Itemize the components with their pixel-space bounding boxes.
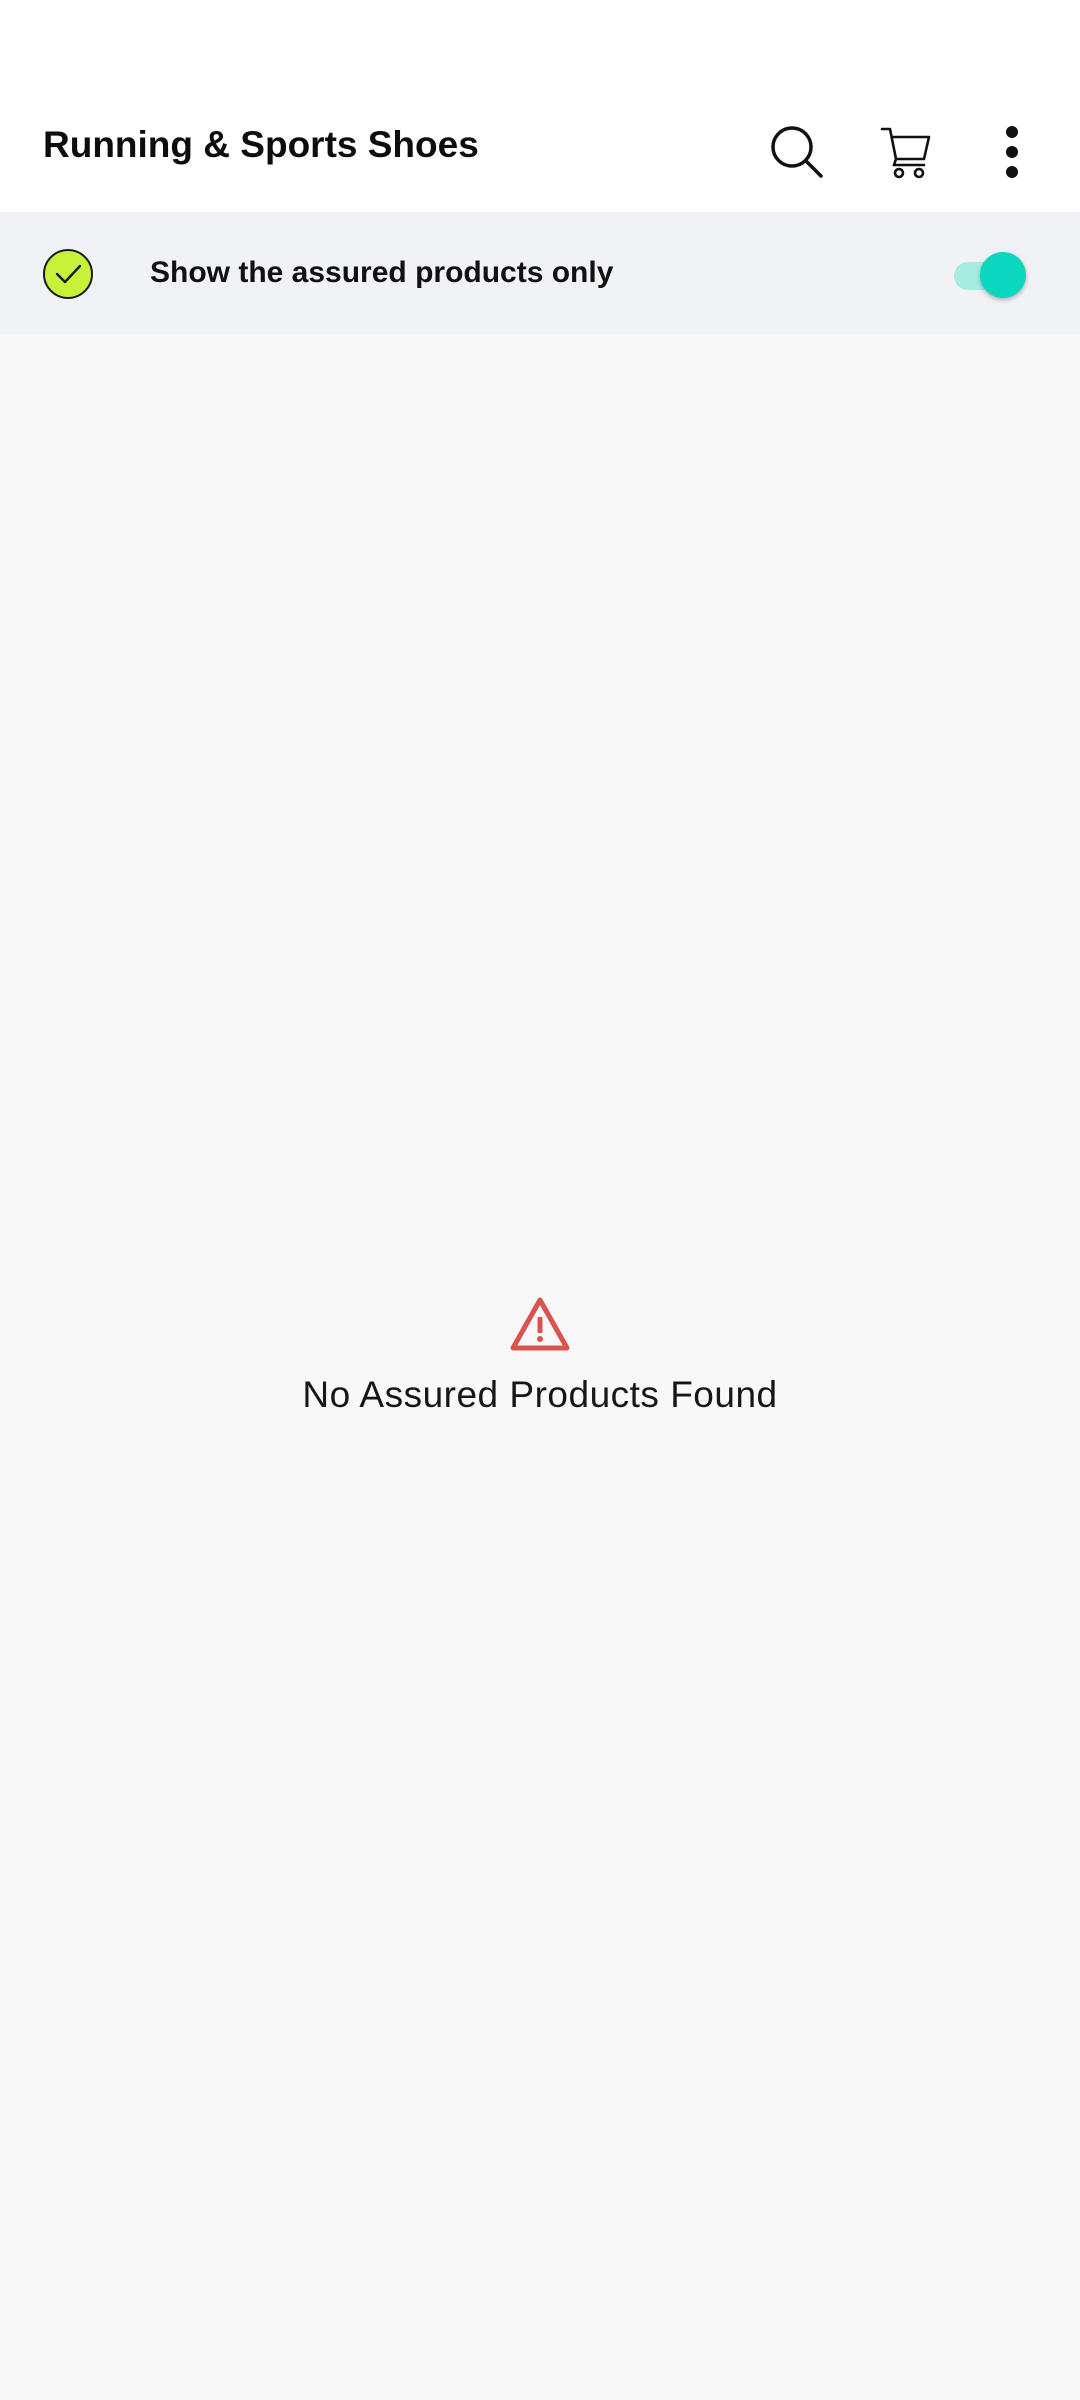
empty-state-message: No Assured Products Found xyxy=(302,1374,778,1415)
warning-icon xyxy=(510,1297,570,1351)
status-bar xyxy=(0,0,1080,96)
empty-state: No Assured Products Found xyxy=(0,1296,1080,1416)
assured-check-icon xyxy=(43,249,93,299)
search-icon xyxy=(771,126,823,178)
app-bar: Running & Sports Shoes xyxy=(0,96,1080,212)
more-options-button[interactable] xyxy=(972,112,1052,192)
toggle-thumb xyxy=(980,252,1026,298)
assured-filter-bar: Show the assured products only xyxy=(0,212,1080,334)
search-button[interactable] xyxy=(757,112,837,192)
cart-button[interactable] xyxy=(866,112,946,192)
more-vert-icon xyxy=(1006,126,1018,178)
assured-only-toggle[interactable] xyxy=(950,250,1030,298)
page-title: Running & Sports Shoes xyxy=(43,124,479,165)
assured-filter-label: Show the assured products only xyxy=(150,256,614,289)
cart-icon xyxy=(880,127,931,179)
